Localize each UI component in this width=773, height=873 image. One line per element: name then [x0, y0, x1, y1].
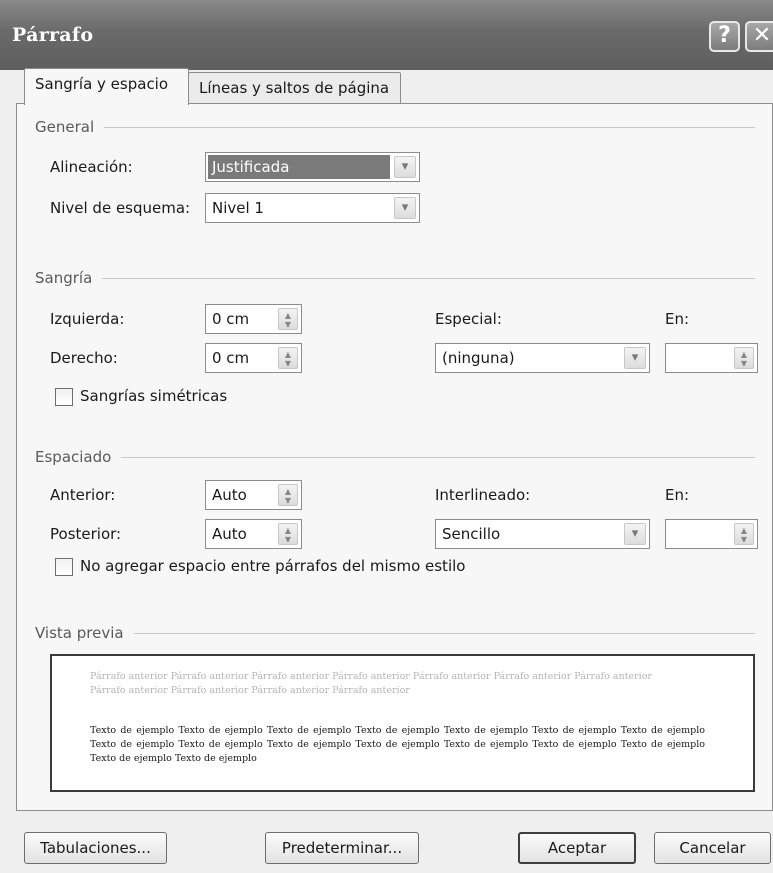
interlineado-select[interactable]: Sencillo ▾ — [435, 519, 650, 549]
especial-label: Especial: — [435, 310, 502, 328]
derecho-spinner[interactable]: 0 cm ▲ ▼ — [205, 343, 302, 373]
espaciado-en-label: En: — [665, 486, 690, 504]
posterior-value: Auto — [212, 525, 247, 543]
spin-arrows-icon[interactable]: ▲ ▼ — [278, 347, 298, 369]
section-heading: Espaciado — [35, 448, 112, 466]
close-icon: ✕ — [752, 23, 772, 48]
alineacion-label: Alineación: — [50, 158, 133, 176]
section-divider — [102, 277, 755, 279]
spin-arrows-icon[interactable]: ▲ ▼ — [734, 347, 754, 369]
sangrias-simetricas-label[interactable]: Sangrías simétricas — [80, 387, 227, 405]
dialog-title: Párrafo — [12, 24, 94, 46]
section-heading: Sangría — [35, 269, 93, 287]
no-agregar-espacio-label[interactable]: No agregar espacio entre párrafos del mi… — [80, 557, 465, 575]
preview-box: Párrafo anterior Párrafo anterior Párraf… — [50, 654, 755, 792]
spin-arrows-icon[interactable]: ▲ ▼ — [278, 523, 298, 545]
alineacion-select[interactable]: Justificada ▾ — [205, 152, 420, 182]
sangria-en-label: En: — [665, 310, 690, 328]
section-sangria: Sangría — [35, 269, 755, 287]
nivel-esquema-select[interactable]: Nivel 1 ▾ — [205, 193, 420, 223]
paragraph-dialog: Párrafo ? ✕ Líneas y saltos de página Sa… — [0, 0, 773, 873]
preview-sample-paragraph: Texto de ejemplo Texto de ejemplo Texto … — [90, 725, 705, 764]
section-heading: General — [35, 118, 95, 136]
izquierda-value: 0 cm — [212, 310, 250, 328]
spin-arrows-icon[interactable]: ▲ ▼ — [734, 523, 754, 545]
interlineado-value: Sencillo — [442, 525, 501, 543]
no-agregar-espacio-checkbox[interactable] — [55, 558, 73, 576]
section-divider — [121, 456, 755, 458]
section-general: General — [35, 118, 755, 136]
spin-arrows-icon[interactable]: ▲ ▼ — [278, 308, 298, 330]
section-divider — [104, 126, 755, 128]
anterior-spinner[interactable]: Auto ▲ ▼ — [205, 480, 302, 510]
interlineado-label: Interlineado: — [435, 486, 531, 504]
chevron-down-icon[interactable]: ▾ — [624, 523, 646, 545]
tab-sangria-y-espacio[interactable]: Sangría y espacio — [24, 68, 189, 105]
chevron-down-icon[interactable]: ▾ — [624, 347, 646, 369]
sangrias-simetricas-checkbox[interactable] — [55, 388, 73, 406]
posterior-spinner[interactable]: Auto ▲ ▼ — [205, 519, 302, 549]
help-button[interactable]: ? — [709, 21, 740, 52]
section-vista-previa: Vista previa — [35, 624, 755, 642]
tab-label: Sangría y espacio — [35, 75, 169, 93]
derecho-label: Derecho: — [50, 349, 118, 367]
sangria-en-spinner[interactable]: ▲ ▼ — [665, 343, 758, 373]
anterior-label: Anterior: — [50, 486, 116, 504]
spin-arrows-icon[interactable]: ▲ ▼ — [278, 484, 298, 506]
chevron-down-icon[interactable]: ▾ — [394, 197, 416, 219]
derecho-value: 0 cm — [212, 349, 250, 367]
tab-label: Líneas y saltos de página — [199, 79, 390, 97]
close-button[interactable]: ✕ — [745, 21, 773, 52]
cancelar-button[interactable]: Cancelar — [654, 832, 771, 864]
anterior-value: Auto — [212, 486, 247, 504]
help-icon: ? — [718, 23, 731, 48]
predeterminar-button[interactable]: Predeterminar... — [265, 832, 419, 864]
section-espaciado: Espaciado — [35, 448, 755, 466]
nivel-esquema-label: Nivel de esquema: — [50, 199, 191, 217]
tab-lineas-y-saltos[interactable]: Líneas y saltos de página — [188, 72, 401, 103]
alineacion-value: Justificada — [207, 154, 391, 180]
preview-prior-paragraph: Párrafo anterior Párrafo anterior Párraf… — [90, 671, 652, 696]
espaciado-en-spinner[interactable]: ▲ ▼ — [665, 519, 758, 549]
chevron-down-icon[interactable]: ▾ — [394, 156, 416, 178]
izquierda-label: Izquierda: — [50, 310, 125, 328]
posterior-label: Posterior: — [50, 525, 122, 543]
especial-value: (ninguna) — [442, 349, 515, 367]
tabulaciones-button[interactable]: Tabulaciones... — [24, 832, 167, 864]
especial-select[interactable]: (ninguna) ▾ — [435, 343, 650, 373]
section-heading: Vista previa — [35, 624, 124, 642]
nivel-esquema-value: Nivel 1 — [212, 199, 264, 217]
aceptar-button[interactable]: Aceptar — [518, 832, 636, 864]
section-divider — [133, 632, 755, 634]
title-bar: Párrafo ? ✕ — [0, 0, 773, 70]
izquierda-spinner[interactable]: 0 cm ▲ ▼ — [205, 304, 302, 334]
